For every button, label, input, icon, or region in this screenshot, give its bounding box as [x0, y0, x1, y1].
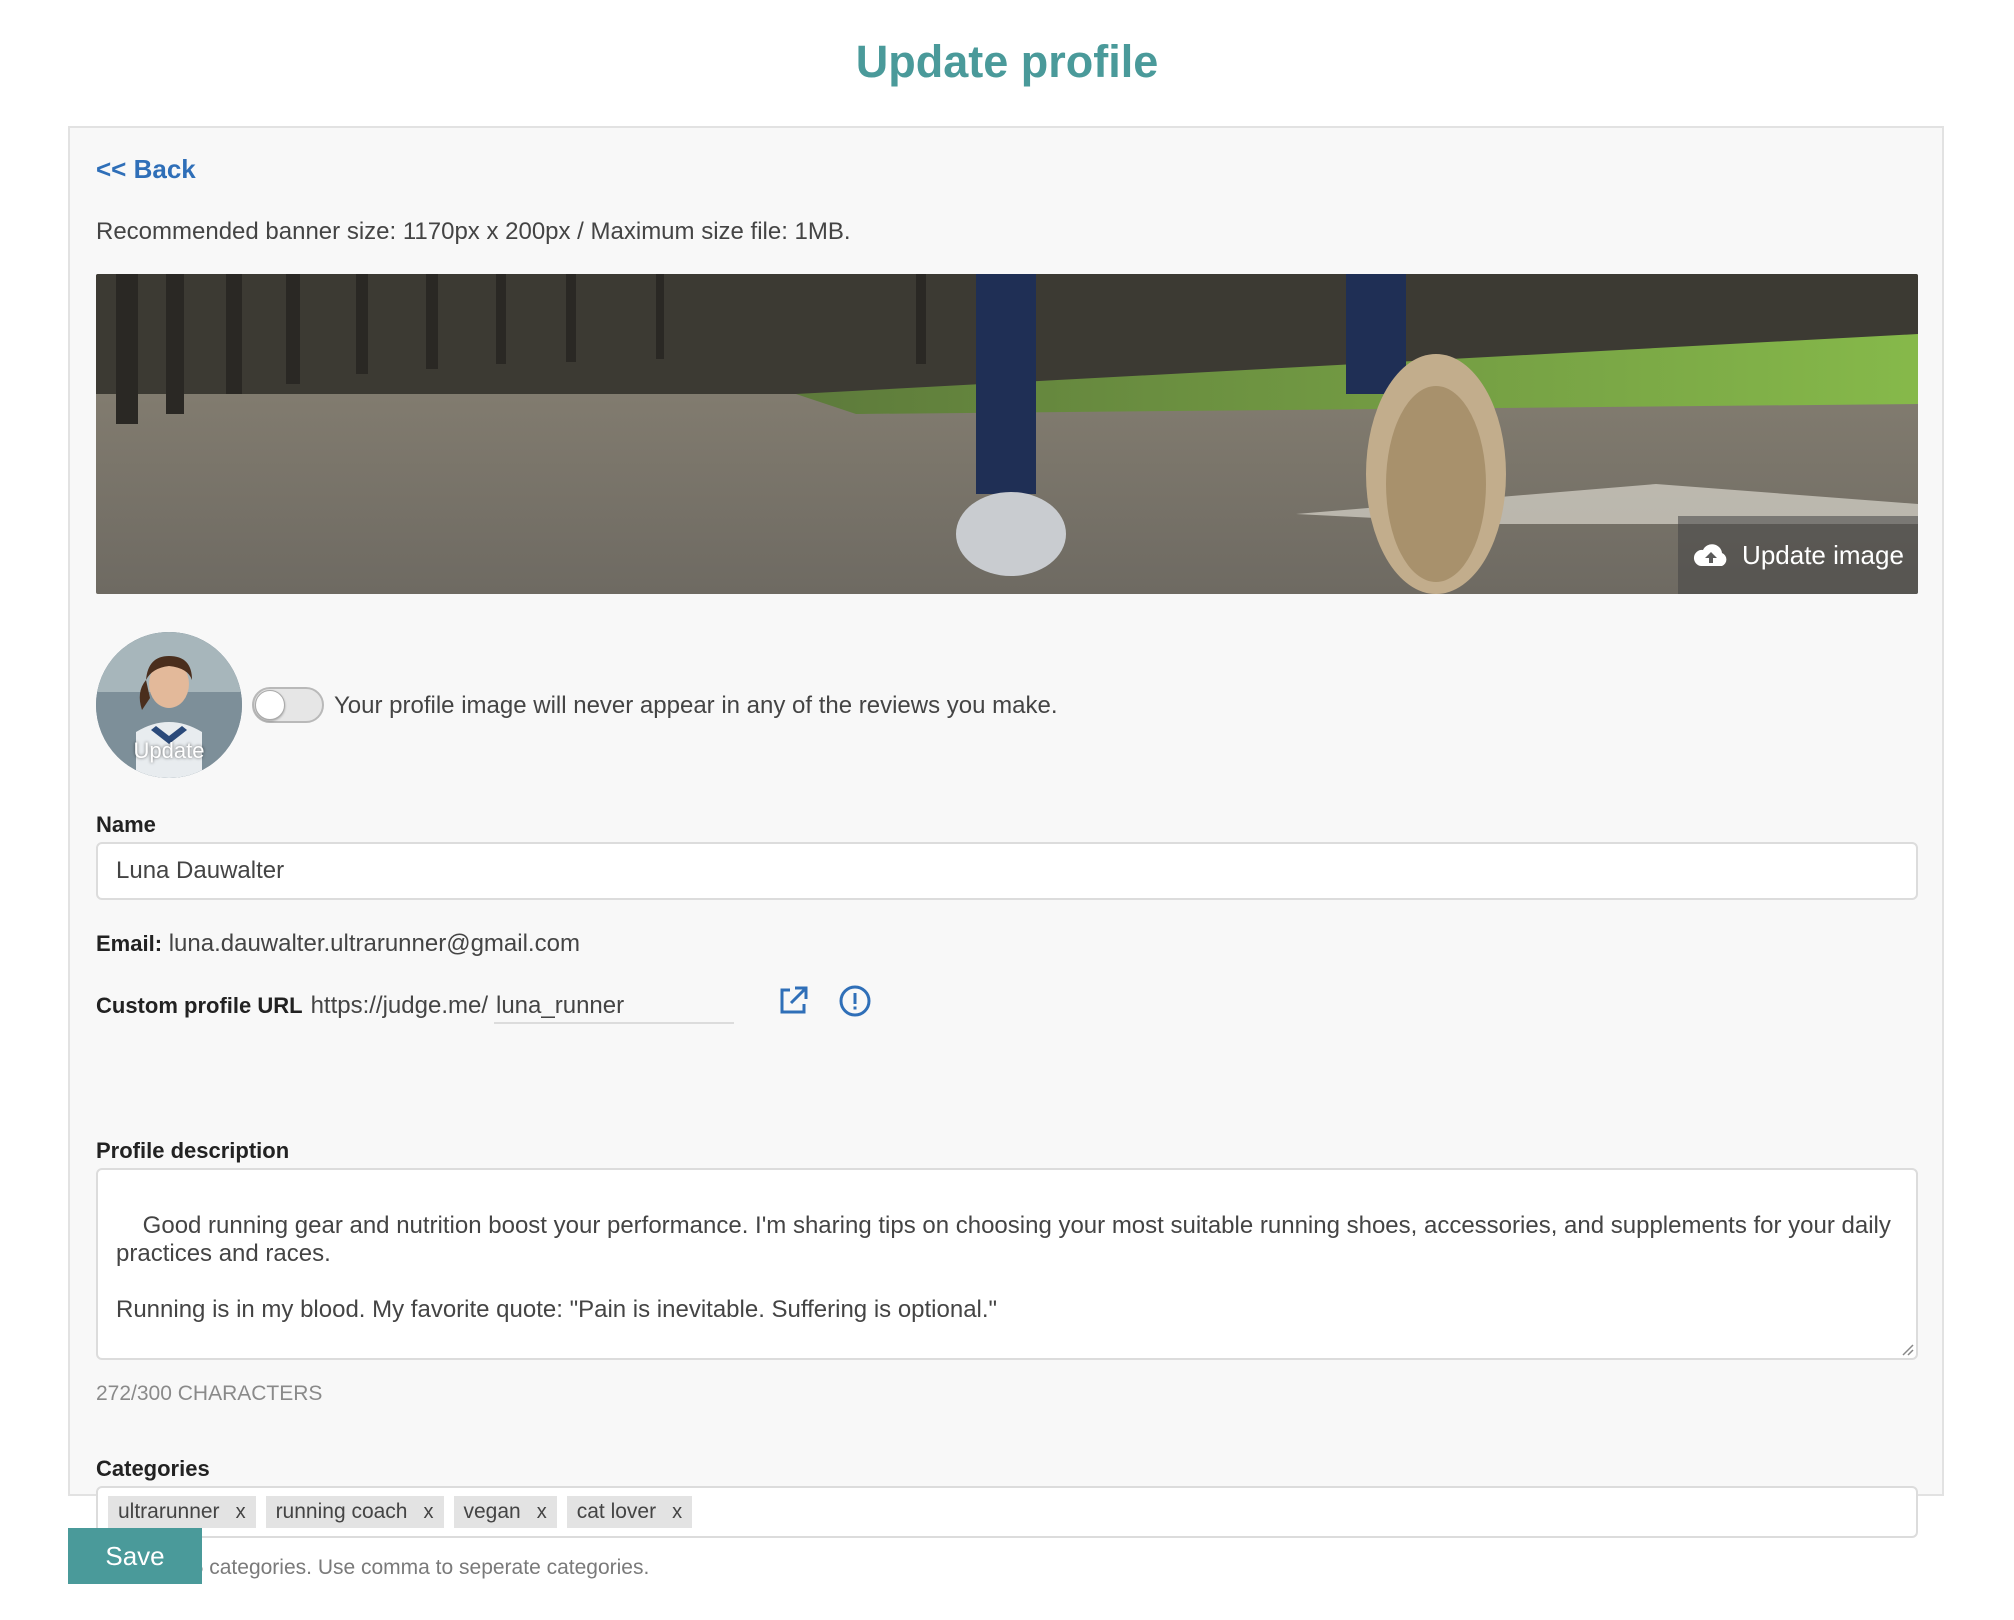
- custom-url-row: Custom profile URL https://judge.me/: [96, 992, 734, 1024]
- banner-photo: [96, 274, 1918, 594]
- save-button[interactable]: Save: [68, 1528, 202, 1584]
- email-row: Email: luna.dauwalter.ultrarunner@gmail.…: [96, 930, 580, 958]
- name-label: Name: [96, 812, 156, 837]
- categories-label: Categories: [96, 1456, 210, 1481]
- email-label: Email:: [96, 931, 163, 956]
- external-link-icon: [780, 986, 808, 1014]
- exclamation-circle-icon: [839, 985, 871, 1017]
- custom-url-label: Custom profile URL: [96, 993, 303, 1018]
- category-remove-button[interactable]: x: [236, 1501, 246, 1524]
- url-info-button[interactable]: [838, 984, 872, 1018]
- open-profile-link-button[interactable]: [776, 984, 810, 1018]
- category-tag-label: ultrarunner: [118, 1500, 220, 1523]
- profile-image-privacy-toggle[interactable]: [252, 687, 324, 723]
- banner-size-note: Recommended banner size: 1170px x 200px …: [96, 218, 851, 245]
- category-tag-label: running coach: [275, 1500, 408, 1523]
- category-remove-button[interactable]: x: [537, 1501, 547, 1524]
- category-tag: vegan x: [453, 1496, 557, 1528]
- category-tag: ultrarunner x: [108, 1496, 256, 1528]
- description-char-count: 272/300 CHARACTERS: [96, 1382, 323, 1405]
- categories-input[interactable]: ultrarunner x running coach x vegan x ca…: [96, 1486, 1918, 1538]
- category-remove-button[interactable]: x: [424, 1501, 434, 1524]
- custom-url-prefix: https://judge.me/: [310, 992, 488, 1019]
- description-label: Profile description: [96, 1138, 290, 1163]
- custom-url-input[interactable]: [494, 992, 734, 1024]
- description-textarea[interactable]: Good running gear and nutrition boost yo…: [96, 1168, 1918, 1360]
- category-tag: running coach x: [265, 1496, 444, 1528]
- category-tag-label: cat lover: [576, 1500, 657, 1523]
- category-remove-button[interactable]: x: [672, 1501, 682, 1524]
- cloud-upload-icon: [1693, 544, 1727, 566]
- email-value: luna.dauwalter.ultrarunner@gmail.com: [168, 930, 580, 957]
- resize-grip-icon[interactable]: [1900, 1342, 1914, 1356]
- back-link[interactable]: << Back: [96, 154, 196, 185]
- toggle-knob: [255, 690, 285, 720]
- privacy-toggle-text: Your profile image will never appear in …: [334, 692, 1058, 719]
- name-input[interactable]: [96, 842, 1918, 900]
- category-tag: cat lover x: [566, 1496, 693, 1528]
- profile-panel: << Back Recommended banner size: 1170px …: [68, 126, 1944, 1579]
- description-text: Good running gear and nutrition boost yo…: [116, 1212, 1891, 1323]
- page-title: Update profile: [855, 36, 1159, 87]
- update-avatar-label: Update: [133, 738, 205, 763]
- banner-image: Update image: [96, 274, 1918, 594]
- update-banner-button[interactable]: Update image: [1678, 516, 1918, 594]
- avatar[interactable]: Update: [96, 632, 242, 778]
- category-tag-label: vegan: [463, 1500, 521, 1523]
- update-banner-label: Update image: [1742, 539, 1904, 570]
